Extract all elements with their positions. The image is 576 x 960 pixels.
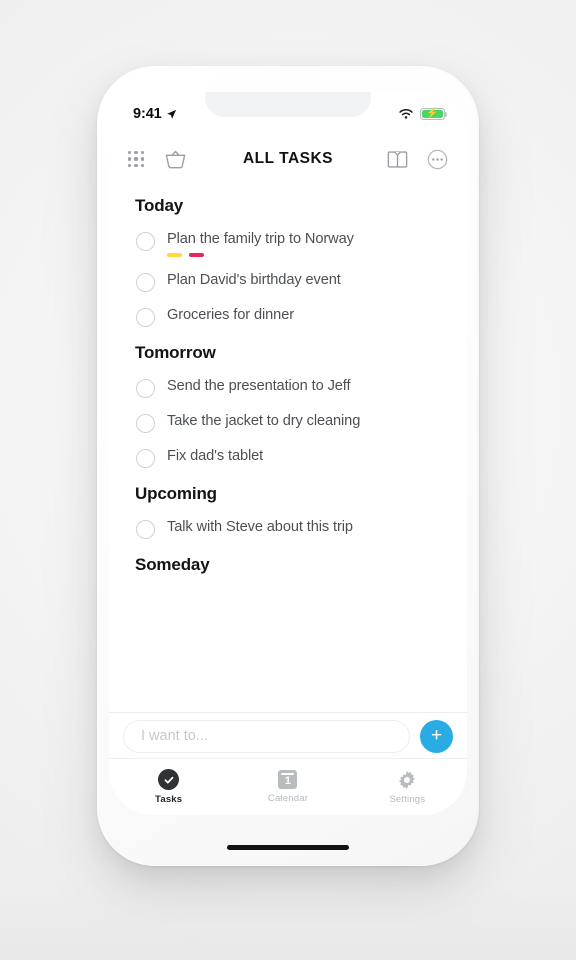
location-arrow-icon bbox=[166, 109, 176, 119]
task-label: Talk with Steve about this trip bbox=[167, 519, 353, 536]
task-checkbox[interactable] bbox=[136, 414, 155, 434]
grid-menu-icon[interactable] bbox=[128, 150, 145, 168]
task-checkbox[interactable] bbox=[136, 232, 155, 251]
phone-device-frame: 9:41 ⚡ ALL TASKS Today Plan the family t… bbox=[97, 66, 479, 866]
bottom-tab-bar: Tasks 1 Calendar Settings bbox=[109, 758, 467, 815]
new-task-bar: + bbox=[109, 712, 467, 759]
task-checkbox[interactable] bbox=[136, 379, 155, 399]
task-row[interactable]: Send the presentation to Jeff bbox=[135, 363, 441, 399]
task-label: Plan David's birthday event bbox=[167, 272, 341, 289]
calendar-icon-day: 1 bbox=[284, 775, 292, 787]
tab-settings[interactable]: Settings bbox=[348, 759, 467, 815]
task-row[interactable]: Groceries for dinner bbox=[135, 292, 441, 328]
more-options-icon[interactable] bbox=[427, 149, 448, 170]
tab-label: Calendar bbox=[267, 793, 309, 804]
task-label: Fix dad's tablet bbox=[167, 448, 264, 465]
tab-tasks[interactable]: Tasks bbox=[109, 759, 228, 815]
tab-label: Settings bbox=[389, 793, 426, 805]
status-bar-time-group: 9:41 bbox=[133, 106, 177, 122]
add-task-button[interactable]: + bbox=[420, 719, 453, 753]
task-label: Send the presentation to Jeff bbox=[167, 378, 351, 395]
status-bar-time: 9:41 bbox=[133, 106, 162, 122]
book-icon[interactable] bbox=[387, 150, 408, 169]
check-circle-icon bbox=[158, 769, 180, 790]
page-backdrop: 9:41 ⚡ ALL TASKS Today Plan the family t… bbox=[0, 0, 576, 960]
tab-calendar[interactable]: 1 Calendar bbox=[228, 759, 347, 815]
task-label: Groceries for dinner bbox=[167, 307, 294, 324]
task-row[interactable]: Take the jacket to dry cleaning bbox=[135, 398, 441, 434]
wifi-icon bbox=[399, 109, 413, 119]
status-bar-indicators: ⚡ bbox=[398, 108, 448, 120]
new-task-input[interactable] bbox=[123, 719, 410, 753]
tab-label: Tasks bbox=[155, 794, 183, 805]
phone-screen: 9:41 ⚡ ALL TASKS Today Plan the family t… bbox=[109, 92, 467, 815]
task-label: Plan the family trip to Norway bbox=[167, 231, 354, 247]
basket-icon[interactable] bbox=[164, 150, 187, 169]
gear-icon bbox=[399, 770, 416, 789]
task-label: Take the jacket to dry cleaning bbox=[167, 413, 361, 430]
task-row[interactable]: Fix dad's tablet bbox=[135, 433, 441, 469]
task-checkbox[interactable] bbox=[136, 520, 155, 540]
navigation-bar: ALL TASKS bbox=[109, 136, 467, 182]
task-tag bbox=[167, 253, 182, 258]
task-list: Today Plan the family trip to Norway Pla… bbox=[109, 182, 467, 712]
task-tag bbox=[189, 253, 204, 258]
section-heading-upcoming: Upcoming bbox=[135, 484, 217, 504]
status-bar: 9:41 ⚡ bbox=[109, 92, 467, 136]
battery-charging-icon: ⚡ bbox=[420, 108, 448, 120]
task-row[interactable]: Plan David's birthday event bbox=[135, 257, 441, 293]
task-checkbox[interactable] bbox=[136, 449, 155, 469]
section-heading-tomorrow: Tomorrow bbox=[135, 343, 216, 363]
task-checkbox[interactable] bbox=[136, 308, 155, 328]
task-row[interactable]: Plan the family trip to Norway bbox=[135, 216, 441, 258]
section-heading-someday: Someday bbox=[135, 555, 210, 575]
task-tag-list bbox=[167, 253, 441, 258]
task-row[interactable]: Talk with Steve about this trip bbox=[135, 504, 441, 540]
task-checkbox[interactable] bbox=[136, 273, 155, 293]
calendar-icon: 1 bbox=[278, 770, 298, 789]
home-indicator bbox=[227, 845, 349, 850]
section-heading-today: Today bbox=[135, 196, 184, 215]
